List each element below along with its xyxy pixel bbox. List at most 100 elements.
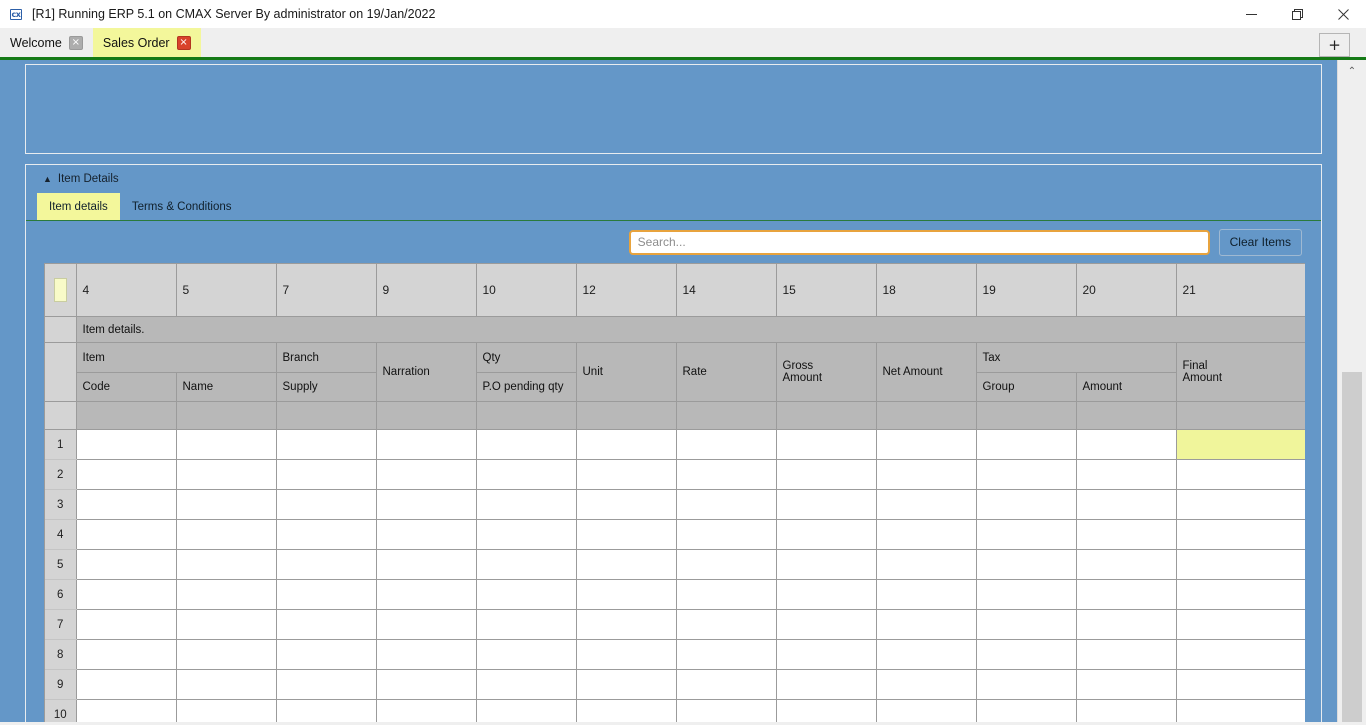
grid-cell[interactable] <box>1176 520 1305 550</box>
grid-cell[interactable] <box>1176 460 1305 490</box>
grid-cell[interactable] <box>776 670 876 700</box>
grid-cell[interactable] <box>276 700 376 723</box>
grid-cell[interactable] <box>576 460 676 490</box>
grid-cell[interactable] <box>676 520 776 550</box>
filter-cell[interactable] <box>676 402 776 430</box>
grid-cell[interactable] <box>76 700 176 723</box>
grid-cell[interactable] <box>376 550 476 580</box>
row-number-9[interactable]: 9 <box>45 670 76 700</box>
column-number-4[interactable]: 4 <box>76 264 176 317</box>
grid-cell[interactable] <box>876 700 976 723</box>
grid-cell[interactable] <box>976 610 1076 640</box>
filter-cell[interactable] <box>976 402 1076 430</box>
table-row[interactable]: 4 <box>45 520 1305 550</box>
column-number-14[interactable]: 14 <box>676 264 776 317</box>
table-row[interactable]: 9 <box>45 670 1305 700</box>
scrollbar-thumb[interactable] <box>1342 372 1362 722</box>
grid-cell[interactable] <box>576 520 676 550</box>
row-number-3[interactable]: 3 <box>45 490 76 520</box>
grid-cell[interactable] <box>376 580 476 610</box>
grid-cell[interactable] <box>576 670 676 700</box>
grid-cell[interactable] <box>376 640 476 670</box>
filter-cell[interactable] <box>876 402 976 430</box>
filter-cell[interactable] <box>1176 402 1305 430</box>
grid-cell[interactable] <box>76 550 176 580</box>
grid-cell[interactable] <box>576 610 676 640</box>
grid-cell[interactable] <box>876 610 976 640</box>
grid-cell[interactable] <box>1176 580 1305 610</box>
grid-cell[interactable] <box>1076 610 1176 640</box>
tab-sales-order[interactable]: Sales Order × <box>93 28 201 57</box>
grid-cell[interactable] <box>876 580 976 610</box>
tab-item-details[interactable]: Item details <box>37 193 120 220</box>
grid-cell[interactable] <box>776 490 876 520</box>
scroll-up-arrow-icon[interactable]: ⌃ <box>1338 60 1366 82</box>
vertical-scrollbar[interactable]: ⌃ <box>1337 60 1366 722</box>
column-number-15[interactable]: 15 <box>776 264 876 317</box>
grid-cell[interactable] <box>876 430 976 460</box>
grid-cell[interactable] <box>776 460 876 490</box>
grid-cell[interactable] <box>76 610 176 640</box>
grid-cell[interactable] <box>976 700 1076 723</box>
grid-cell[interactable] <box>976 520 1076 550</box>
row-number-10[interactable]: 10 <box>45 700 76 723</box>
grid-cell[interactable] <box>76 490 176 520</box>
search-input[interactable] <box>629 230 1210 255</box>
item-details-section-header[interactable]: ▲ Item Details <box>26 165 1321 193</box>
grid-cell[interactable] <box>476 460 576 490</box>
grid-cell[interactable] <box>976 580 1076 610</box>
grid-cell[interactable] <box>576 700 676 723</box>
add-tab-button[interactable]: + <box>1319 33 1350 57</box>
filter-cell[interactable] <box>176 402 276 430</box>
grid-cell[interactable] <box>276 490 376 520</box>
tab-terms-and-conditions[interactable]: Terms & Conditions <box>120 193 244 220</box>
row-number-4[interactable]: 4 <box>45 520 76 550</box>
grid-cell[interactable] <box>576 490 676 520</box>
grid-cell[interactable] <box>676 580 776 610</box>
grid-cell[interactable] <box>976 430 1076 460</box>
grid-cell[interactable] <box>1176 550 1305 580</box>
grid-cell[interactable] <box>676 550 776 580</box>
filter-cell[interactable] <box>476 402 576 430</box>
grid-cell[interactable] <box>876 490 976 520</box>
table-row[interactable]: 1 <box>45 430 1305 460</box>
grid-cell[interactable] <box>1176 640 1305 670</box>
minimize-button[interactable] <box>1228 0 1274 28</box>
tab-welcome[interactable]: Welcome × <box>0 28 93 57</box>
grid-cell[interactable] <box>276 580 376 610</box>
select-all-marker[interactable] <box>54 278 67 302</box>
grid-cell[interactable] <box>1176 670 1305 700</box>
grid-cell[interactable] <box>276 460 376 490</box>
grid-cell[interactable] <box>676 610 776 640</box>
grid-cell[interactable] <box>476 700 576 723</box>
grid-cell[interactable] <box>876 550 976 580</box>
grid-cell[interactable] <box>376 490 476 520</box>
grid-cell[interactable] <box>876 670 976 700</box>
grid-cell[interactable] <box>676 430 776 460</box>
row-number-7[interactable]: 7 <box>45 610 76 640</box>
grid-cell[interactable] <box>1076 460 1176 490</box>
row-number-1[interactable]: 1 <box>45 430 76 460</box>
filter-cell[interactable] <box>776 402 876 430</box>
table-row[interactable]: 10 <box>45 700 1305 723</box>
grid-cell[interactable] <box>176 430 276 460</box>
table-row[interactable]: 2 <box>45 460 1305 490</box>
table-row[interactable]: 7 <box>45 610 1305 640</box>
grid-cell[interactable] <box>376 670 476 700</box>
grid-cell[interactable] <box>676 490 776 520</box>
table-row[interactable]: 6 <box>45 580 1305 610</box>
grid-cell[interactable] <box>576 580 676 610</box>
filter-cell[interactable] <box>76 402 176 430</box>
grid-cell[interactable] <box>76 640 176 670</box>
grid-cell[interactable] <box>476 610 576 640</box>
grid-cell[interactable] <box>676 670 776 700</box>
grid-cell[interactable] <box>476 490 576 520</box>
grid-cell[interactable] <box>1076 640 1176 670</box>
grid-cell[interactable] <box>976 670 1076 700</box>
row-number-6[interactable]: 6 <box>45 580 76 610</box>
column-number-19[interactable]: 19 <box>976 264 1076 317</box>
grid-cell[interactable] <box>676 700 776 723</box>
collapse-caret-icon[interactable]: ▲ <box>43 174 52 184</box>
filter-cell[interactable] <box>1076 402 1176 430</box>
grid-cell[interactable] <box>776 520 876 550</box>
